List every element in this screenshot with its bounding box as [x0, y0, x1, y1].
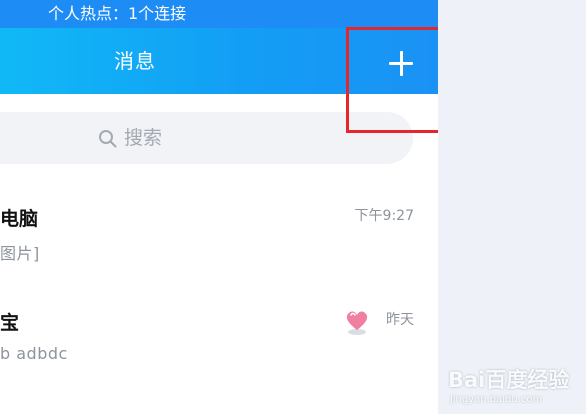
- status-bar: 个人热点：1个连接: [0, 0, 438, 28]
- hotspot-status: 个人热点：1个连接: [48, 4, 187, 23]
- list-item[interactable]: 宝 b adbdc 昨天: [0, 302, 438, 372]
- watermark-url: jingyan.baidu.com: [450, 394, 543, 405]
- list-item[interactable]: 电脑 图片] 下午9:27: [0, 198, 438, 268]
- message-preview: b adbdc: [0, 344, 68, 363]
- contact-name: 电脑: [0, 208, 39, 230]
- watermark-logo: Bai百度经验: [448, 368, 570, 392]
- search-icon: [99, 130, 117, 148]
- page-title: 消息: [114, 49, 156, 73]
- message-preview: 图片]: [0, 244, 40, 263]
- message-time: 下午9:27: [354, 208, 414, 224]
- highlight-box: [346, 27, 438, 133]
- phone-screen: 个人热点：1个连接 消息 搜索 电脑 图片] 下午9:27 宝 b adbdc …: [0, 0, 438, 414]
- contact-name: 宝: [0, 312, 20, 334]
- heart-icon: [346, 311, 368, 335]
- search-placeholder: 搜索: [124, 127, 163, 149]
- watermark: Bai百度经验 jingyan.baidu.com: [448, 360, 580, 410]
- message-time: 昨天: [386, 312, 414, 328]
